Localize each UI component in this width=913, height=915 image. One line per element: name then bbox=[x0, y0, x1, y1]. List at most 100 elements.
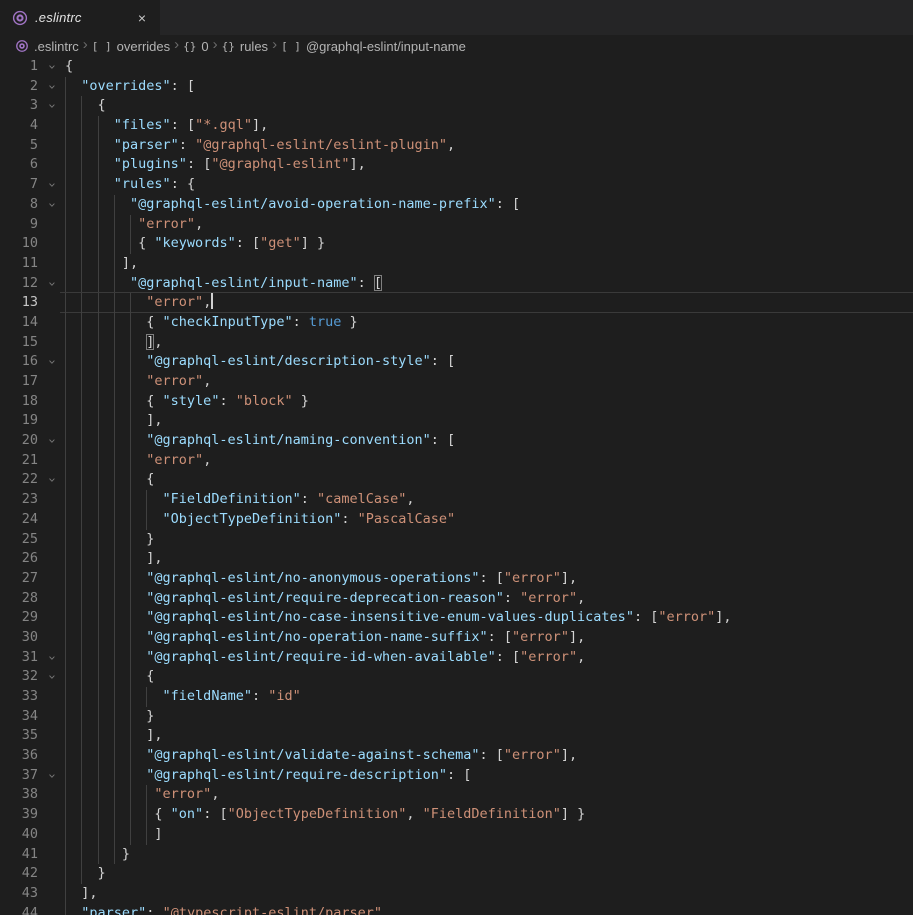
code-line[interactable]: 12› "@graphql-eslint/input-name": [ bbox=[0, 274, 913, 294]
line-number[interactable]: 13 bbox=[0, 293, 38, 313]
line-number[interactable]: 27 bbox=[0, 569, 38, 589]
code-line[interactable]: 23 "FieldDefinition": "camelCase", bbox=[0, 490, 913, 510]
fold-chevron-icon[interactable]: › bbox=[44, 175, 58, 195]
code-line[interactable]: 2› "overrides": [ bbox=[0, 77, 913, 97]
line-number[interactable]: 42 bbox=[0, 864, 38, 884]
close-icon[interactable]: × bbox=[134, 9, 150, 27]
line-number[interactable]: 11 bbox=[0, 254, 38, 274]
fold-chevron-icon[interactable]: › bbox=[44, 77, 58, 97]
line-number[interactable]: 35 bbox=[0, 726, 38, 746]
code-line[interactable]: 11 ], bbox=[0, 254, 913, 274]
line-number[interactable]: 37 bbox=[0, 766, 38, 786]
code-line[interactable]: 14 { "checkInputType": true } bbox=[0, 313, 913, 333]
code-line[interactable]: 42 } bbox=[0, 864, 913, 884]
line-number[interactable]: 29 bbox=[0, 608, 38, 628]
line-number[interactable]: 33 bbox=[0, 687, 38, 707]
fold-chevron-icon[interactable]: › bbox=[44, 274, 58, 294]
breadcrumb-item[interactable]: {}0 bbox=[183, 39, 208, 54]
line-number[interactable]: 38 bbox=[0, 785, 38, 805]
code-line[interactable]: 38 "error", bbox=[0, 785, 913, 805]
code-line[interactable]: 33 "fieldName": "id" bbox=[0, 687, 913, 707]
line-number[interactable]: 34 bbox=[0, 707, 38, 727]
code-line[interactable]: 6 "plugins": ["@graphql-eslint"], bbox=[0, 155, 913, 175]
line-number[interactable]: 40 bbox=[0, 825, 38, 845]
code-line[interactable]: 37› "@graphql-eslint/require-description… bbox=[0, 766, 913, 786]
code-line[interactable]: 4 "files": ["*.gql"], bbox=[0, 116, 913, 136]
fold-chevron-icon[interactable]: › bbox=[44, 96, 58, 116]
code-line[interactable]: 32› { bbox=[0, 667, 913, 687]
code-line[interactable]: 25 } bbox=[0, 530, 913, 550]
code-line[interactable]: 19 ], bbox=[0, 411, 913, 431]
code-line[interactable]: 15 ], bbox=[0, 333, 913, 353]
code-line[interactable]: 40 ] bbox=[0, 825, 913, 845]
line-number[interactable]: 19 bbox=[0, 411, 38, 431]
code-line[interactable]: 18 { "style": "block" } bbox=[0, 392, 913, 412]
code-line[interactable]: 22› { bbox=[0, 470, 913, 490]
code-line[interactable]: 44 "parser": "@typescript-eslint/parser" bbox=[0, 904, 913, 915]
line-number[interactable]: 43 bbox=[0, 884, 38, 904]
code-line[interactable]: 17 "error", bbox=[0, 372, 913, 392]
code-line[interactable]: 1›{ bbox=[0, 57, 913, 77]
code-line[interactable]: 16› "@graphql-eslint/description-style":… bbox=[0, 352, 913, 372]
code-line[interactable]: 31› "@graphql-eslint/require-id-when-ava… bbox=[0, 648, 913, 668]
code-line[interactable]: 27 "@graphql-eslint/no-anonymous-operati… bbox=[0, 569, 913, 589]
breadcrumb-item[interactable]: [ ]overrides bbox=[92, 39, 170, 54]
code-line[interactable]: 10 { "keywords": ["get"] } bbox=[0, 234, 913, 254]
code-line[interactable]: 41 } bbox=[0, 845, 913, 865]
line-number[interactable]: 3 bbox=[0, 96, 38, 116]
line-number[interactable]: 10 bbox=[0, 234, 38, 254]
fold-chevron-icon[interactable]: › bbox=[44, 195, 58, 215]
line-number[interactable]: 7 bbox=[0, 175, 38, 195]
code-line[interactable]: 21 "error", bbox=[0, 451, 913, 471]
code-line[interactable]: 28 "@graphql-eslint/require-deprecation-… bbox=[0, 589, 913, 609]
line-number[interactable]: 25 bbox=[0, 530, 38, 550]
editor[interactable]: 1›{2› "overrides": [3› {4 "files": ["*.g… bbox=[0, 57, 913, 915]
code-line[interactable]: 24 "ObjectTypeDefinition": "PascalCase" bbox=[0, 510, 913, 530]
line-number[interactable]: 4 bbox=[0, 116, 38, 136]
breadcrumb-item[interactable]: {}rules bbox=[222, 39, 268, 54]
line-number[interactable]: 26 bbox=[0, 549, 38, 569]
line-number[interactable]: 12 bbox=[0, 274, 38, 294]
line-number[interactable]: 24 bbox=[0, 510, 38, 530]
line-number[interactable]: 2 bbox=[0, 77, 38, 97]
fold-chevron-icon[interactable]: › bbox=[44, 766, 58, 786]
code-line[interactable]: 29 "@graphql-eslint/no-case-insensitive-… bbox=[0, 608, 913, 628]
line-number[interactable]: 9 bbox=[0, 215, 38, 235]
fold-chevron-icon[interactable]: › bbox=[44, 470, 58, 490]
line-number[interactable]: 14 bbox=[0, 313, 38, 333]
line-number[interactable]: 44 bbox=[0, 904, 38, 915]
code-line[interactable]: 43 ], bbox=[0, 884, 913, 904]
code-line[interactable]: 39 { "on": ["ObjectTypeDefinition", "Fie… bbox=[0, 805, 913, 825]
code-line[interactable]: 8› "@graphql-eslint/avoid-operation-name… bbox=[0, 195, 913, 215]
code-line[interactable]: 35 ], bbox=[0, 726, 913, 746]
code-line[interactable]: 20› "@graphql-eslint/naming-convention":… bbox=[0, 431, 913, 451]
line-number[interactable]: 39 bbox=[0, 805, 38, 825]
line-number[interactable]: 23 bbox=[0, 490, 38, 510]
code-line[interactable]: 13 "error", bbox=[0, 293, 913, 313]
code-line[interactable]: 7› "rules": { bbox=[0, 175, 913, 195]
code-line[interactable]: 9 "error", bbox=[0, 215, 913, 235]
breadcrumb-item[interactable]: [ ]@graphql-eslint/input-name bbox=[281, 39, 466, 54]
line-number[interactable]: 31 bbox=[0, 648, 38, 668]
code-line[interactable]: 30 "@graphql-eslint/no-operation-name-su… bbox=[0, 628, 913, 648]
breadcrumb-item[interactable]: .eslintrc bbox=[15, 39, 79, 54]
line-number[interactable]: 22 bbox=[0, 470, 38, 490]
code-line[interactable]: 34 } bbox=[0, 707, 913, 727]
fold-chevron-icon[interactable]: › bbox=[44, 648, 58, 668]
line-number[interactable]: 8 bbox=[0, 195, 38, 215]
line-number[interactable]: 6 bbox=[0, 155, 38, 175]
line-number[interactable]: 28 bbox=[0, 589, 38, 609]
line-number[interactable]: 41 bbox=[0, 845, 38, 865]
code-line[interactable]: 3› { bbox=[0, 96, 913, 116]
fold-chevron-icon[interactable]: › bbox=[44, 667, 58, 687]
line-number[interactable]: 30 bbox=[0, 628, 38, 648]
line-number[interactable]: 16 bbox=[0, 352, 38, 372]
line-number[interactable]: 21 bbox=[0, 451, 38, 471]
line-number[interactable]: 15 bbox=[0, 333, 38, 353]
line-number[interactable]: 1 bbox=[0, 57, 38, 77]
fold-chevron-icon[interactable]: › bbox=[44, 57, 58, 77]
line-number[interactable]: 32 bbox=[0, 667, 38, 687]
fold-chevron-icon[interactable]: › bbox=[44, 352, 58, 372]
code-line[interactable]: 26 ], bbox=[0, 549, 913, 569]
line-number[interactable]: 5 bbox=[0, 136, 38, 156]
